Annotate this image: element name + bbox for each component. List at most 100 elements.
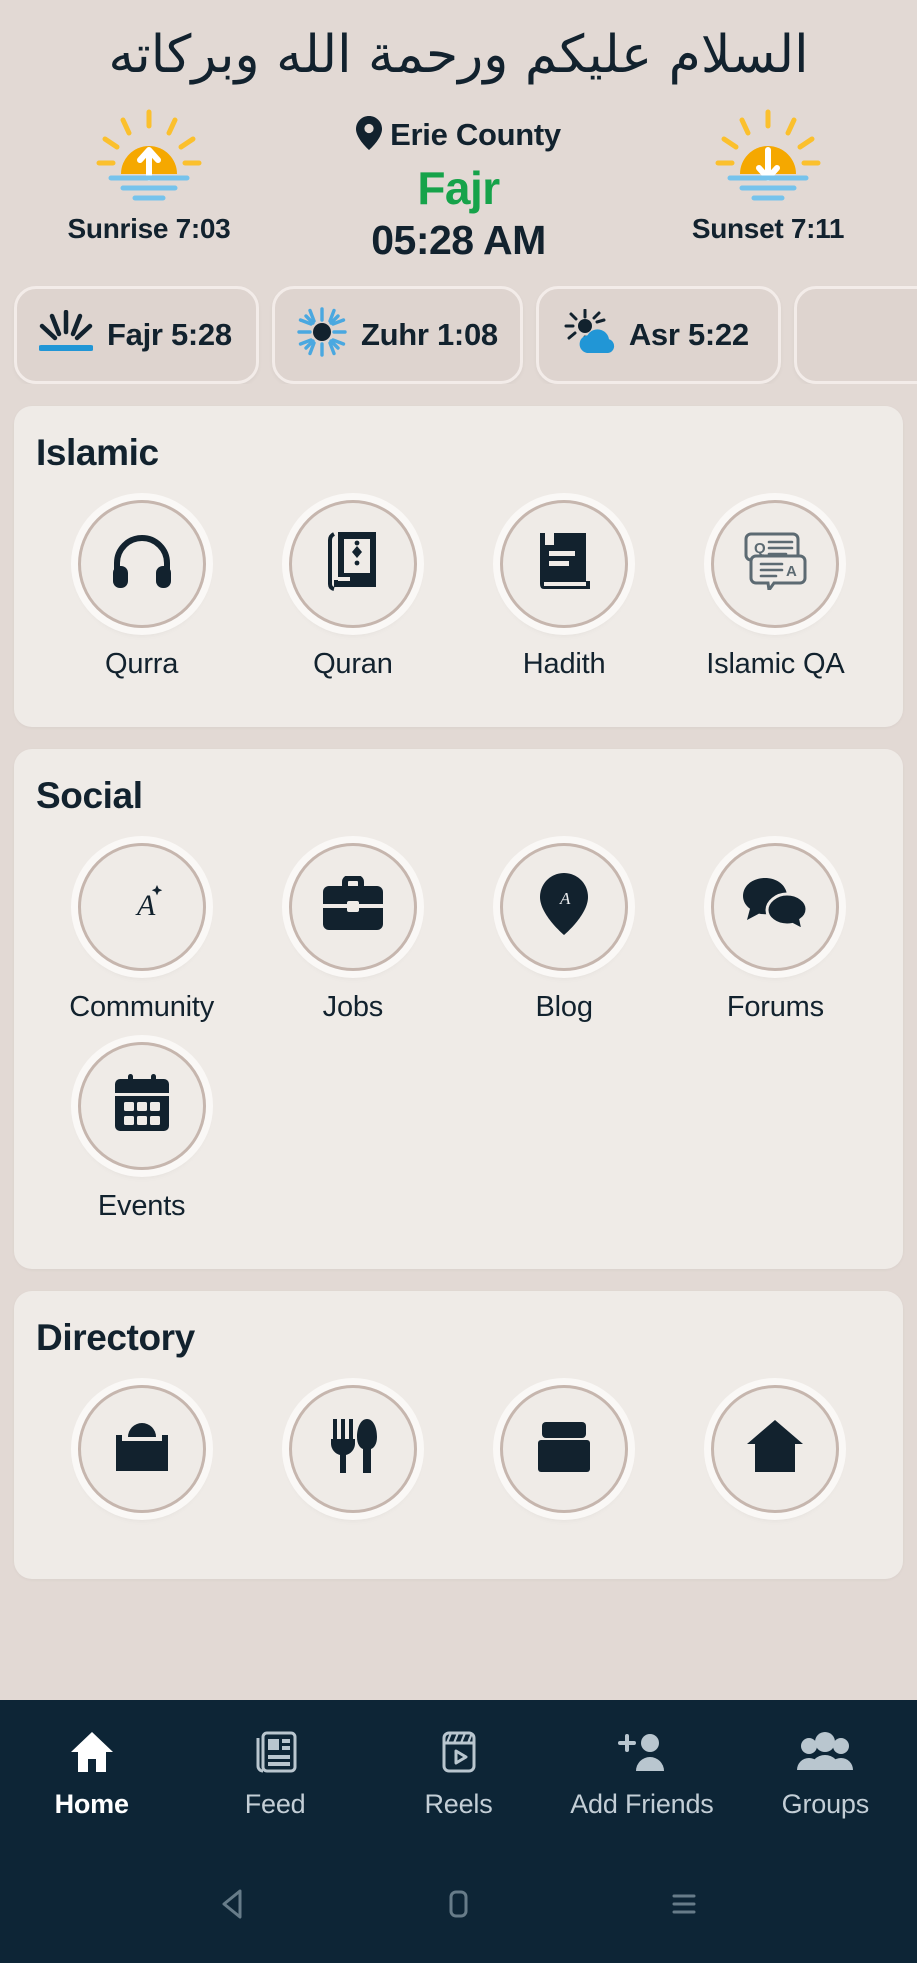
tile-circle[interactable]: [288, 499, 417, 628]
svg-text:A: A: [786, 563, 797, 580]
tile-label: Blog: [535, 990, 593, 1023]
nav-item-home[interactable]: Home: [0, 1730, 183, 1820]
location-name: Erie County: [390, 117, 561, 153]
prayer-times-strip[interactable]: Fajr 5:28 Zuhr 1:08 Asr 5:22: [0, 264, 917, 384]
back-triangle-icon[interactable]: [214, 1885, 252, 1928]
nav-item-groups[interactable]: Groups: [734, 1730, 917, 1820]
svg-text:A: A: [135, 889, 156, 922]
reels-icon: [436, 1730, 482, 1779]
greeting-text: السلام عليكم ورحمة الله وبركاته: [108, 25, 809, 85]
location-pin-icon: [356, 115, 383, 155]
home-square-icon[interactable]: [439, 1885, 477, 1928]
prayer-chip-zuhr[interactable]: Zuhr 1:08: [272, 285, 523, 384]
system-navigation-bar: [0, 1850, 917, 1963]
app-screen: السلام عليكم ورحمة الله وبركاته Sunrise …: [0, 0, 917, 1963]
mosque-icon: [112, 1417, 172, 1480]
tile-label: Hadith: [522, 647, 606, 680]
add-friends-icon: [616, 1730, 668, 1779]
tile-label: Community: [69, 990, 215, 1023]
nav-item-feed[interactable]: Feed: [183, 1730, 366, 1820]
tile-label: Quran: [313, 647, 393, 680]
quran-book-icon: [324, 530, 382, 597]
current-prayer-name: Fajr: [417, 161, 500, 214]
sun-cloud-icon: [561, 308, 615, 360]
nav-item-add-friends[interactable]: Add Friends: [550, 1730, 733, 1820]
tile-jobs[interactable]: Jobs: [247, 842, 458, 1024]
tile-directory-1[interactable]: [36, 1384, 247, 1533]
prayer-chip-asr[interactable]: Asr 5:22: [535, 285, 781, 384]
current-prayer-time: 05:28 AM: [371, 216, 546, 263]
section-islamic: Islamic Qurra Quran Hadith Q A Islamic Q…: [14, 405, 903, 727]
section-directory: Directory: [14, 1290, 903, 1579]
sunset-block: Sunset 7:11: [643, 108, 893, 245]
tile-islamic-qa[interactable]: Q A Islamic QA: [670, 499, 881, 681]
section-title: Islamic: [36, 431, 159, 473]
feed-icon: [252, 1730, 298, 1779]
tile-forums[interactable]: Forums: [670, 842, 881, 1024]
tile-label: Events: [97, 1189, 186, 1222]
tile-circle[interactable]: [77, 1041, 206, 1170]
prayer-chip-label: Zuhr 1:08: [361, 316, 498, 352]
tile-label: Islamic QA: [706, 647, 845, 680]
tile-label: Jobs: [322, 990, 384, 1023]
sunrise-label: Sunrise 7:03: [67, 212, 231, 244]
restaurant-icon: [325, 1417, 381, 1480]
chat-bubbles-icon: [741, 876, 809, 937]
tile-grid: A Community Jobs A Blog Forums Events: [36, 842, 881, 1241]
bottom-navigation: Home Feed Reels Add Friends Groups: [0, 1700, 917, 1850]
sunrise-block: Sunrise 7:03: [24, 108, 274, 245]
qa-chat-icon: Q A: [742, 532, 808, 595]
tile-circle[interactable]: A: [77, 842, 206, 971]
section-social: Social A Community Jobs A Blog Forums Ev…: [14, 748, 903, 1269]
svg-text:A: A: [559, 889, 571, 908]
sunset-icon: [643, 108, 893, 209]
tile-circle[interactable]: A: [500, 842, 629, 971]
tile-circle[interactable]: [288, 842, 417, 971]
location-row[interactable]: Erie County: [289, 115, 629, 155]
store-icon: [534, 1418, 594, 1479]
nav-label: Feed: [244, 1789, 306, 1819]
recents-lines-icon[interactable]: [665, 1885, 703, 1928]
sun-icon: [297, 307, 347, 362]
prayer-chip-label: Asr 5:22: [628, 316, 749, 352]
tile-circle[interactable]: [711, 1384, 840, 1513]
prayer-chip-fajr[interactable]: Fajr 5:28: [14, 285, 259, 384]
nav-label: Add Friends: [570, 1789, 714, 1819]
tile-directory-2[interactable]: [247, 1384, 458, 1533]
tile-label: Forums: [726, 990, 824, 1023]
book-icon: [536, 531, 592, 596]
prayer-summary-header: Sunrise 7:03 Erie County Fajr 05:28 AM S…: [0, 90, 917, 264]
nav-label: Groups: [781, 1789, 870, 1819]
tile-circle[interactable]: [77, 1384, 206, 1513]
tile-label: Qurra: [105, 647, 179, 680]
tile-grid: [36, 1384, 881, 1551]
nav-label: Home: [54, 1789, 129, 1819]
prayer-chip-next-partial[interactable]: [793, 285, 917, 384]
tile-events[interactable]: Events: [36, 1041, 247, 1223]
prayer-chip-label: Fajr 5:28: [107, 316, 232, 352]
home-icon: [69, 1730, 115, 1779]
tile-hadith[interactable]: Hadith: [459, 499, 670, 681]
briefcase-icon: [321, 875, 385, 937]
sunset-label: Sunset 7:11: [691, 212, 845, 244]
tile-circle[interactable]: [711, 842, 840, 971]
tile-qurra[interactable]: Qurra: [36, 499, 247, 681]
tile-blog[interactable]: A Blog: [459, 842, 670, 1024]
tile-circle[interactable]: [288, 1384, 417, 1513]
current-prayer-block: Erie County Fajr 05:28 AM: [289, 108, 629, 264]
nav-item-reels[interactable]: Reels: [367, 1730, 550, 1820]
tile-directory-3[interactable]: [459, 1384, 670, 1533]
tile-directory-4[interactable]: [670, 1384, 881, 1533]
tile-circle[interactable]: [500, 1384, 629, 1513]
calendar-icon: [112, 1073, 172, 1138]
tile-circle[interactable]: [500, 499, 629, 628]
tile-circle[interactable]: Q A: [711, 499, 840, 628]
tile-circle[interactable]: [77, 499, 206, 628]
tile-grid: Qurra Quran Hadith Q A Islamic QA: [36, 499, 881, 699]
tile-quran[interactable]: Quran: [247, 499, 458, 681]
svg-text:Q: Q: [754, 540, 766, 557]
sunrise-icon: [24, 108, 274, 209]
map-pin-crescent-icon: A: [536, 871, 592, 942]
headphones-icon: [111, 533, 173, 594]
tile-community[interactable]: A Community: [36, 842, 247, 1024]
